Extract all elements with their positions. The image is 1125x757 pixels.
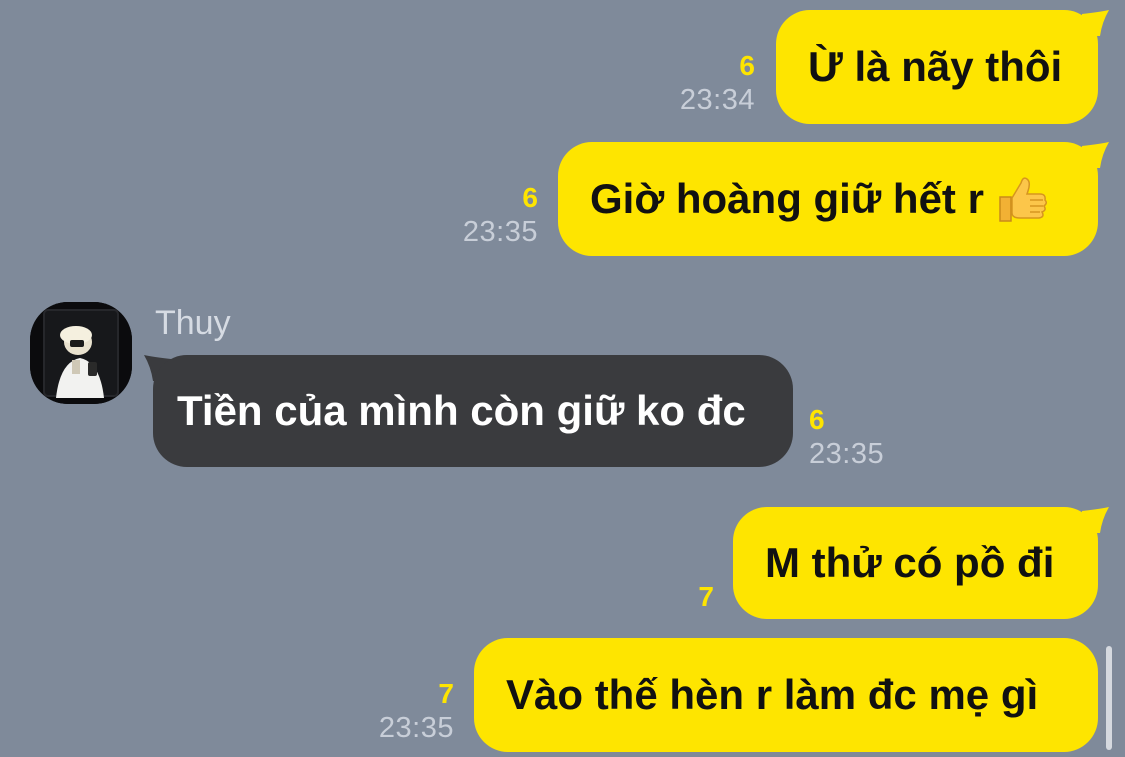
message-text: Tiền của mình còn giữ ko đc	[177, 387, 746, 434]
timestamp: 23:35	[462, 216, 538, 248]
message-meta: 7 23:35	[330, 678, 454, 746]
message-text: M thử có pồ đi	[765, 539, 1055, 586]
unread-count: 7	[698, 581, 714, 612]
thumbs-up-icon	[999, 177, 1047, 222]
unread-count: 6	[809, 404, 825, 435]
bubble-tail	[1082, 507, 1109, 533]
unread-count: 6	[522, 182, 538, 213]
message-text: Vào thế hèn r làm đc mẹ gì	[506, 671, 1039, 718]
bubble-tail	[1082, 10, 1109, 36]
scrollbar[interactable]	[1106, 646, 1112, 750]
incoming-message-bubble[interactable]: Tiền của mình còn giữ ko đc	[153, 355, 793, 467]
unread-count: 7	[438, 678, 454, 709]
outgoing-message-bubble[interactable]: Ừ là nãy thôi	[776, 10, 1098, 124]
profile-photo	[30, 302, 132, 404]
outgoing-message-bubble[interactable]: Giờ hoàng giữ hết r	[558, 142, 1098, 256]
message-text: Giờ hoàng giữ hết r	[590, 175, 984, 222]
bubble-tail	[1082, 142, 1109, 168]
unread-count: 6	[739, 50, 755, 81]
avatar[interactable]	[30, 302, 132, 404]
outgoing-message-bubble[interactable]: M thử có pồ đi	[733, 507, 1098, 619]
timestamp: 23:34	[679, 84, 755, 116]
chat-area[interactable]: Ừ là nãy thôi 6 23:34 Giờ hoàng giữ hết …	[0, 0, 1125, 757]
message-meta: 6 23:35	[809, 404, 929, 472]
timestamp: 23:35	[378, 712, 454, 744]
sender-name: Thuy	[155, 304, 231, 342]
timestamp: 23:35	[809, 438, 885, 470]
message-meta: 6 23:34	[640, 50, 755, 118]
message-meta: 7	[640, 581, 714, 613]
outgoing-message-bubble[interactable]: Vào thế hèn r làm đc mẹ gì	[474, 638, 1098, 752]
message-text: Ừ là nãy thôi	[808, 43, 1063, 90]
message-meta: 6 23:35	[420, 182, 538, 250]
